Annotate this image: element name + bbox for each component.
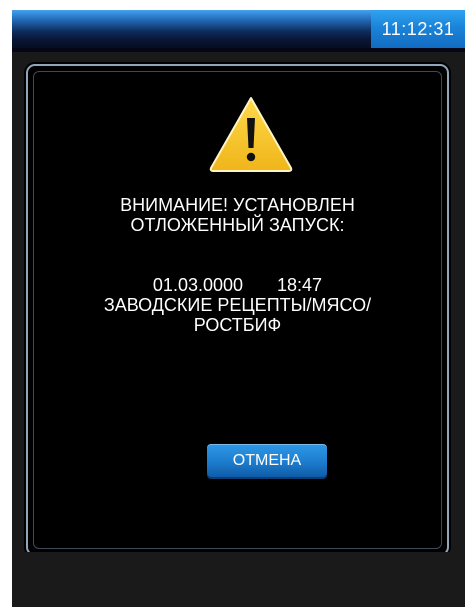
device-screen: 11:12:31 ВНИМАНИЕ! УСТАНОВЛЕН ОТЛОЖЕННЫЙ… <box>12 10 465 607</box>
status-bar: 11:12:31 <box>12 10 465 52</box>
delayed-start-dialog: ВНИМАНИЕ! УСТАНОВЛЕН ОТЛОЖЕННЫЙ ЗАПУСК: … <box>26 64 449 556</box>
warning-title: ВНИМАНИЕ! УСТАНОВЛЕН ОТЛОЖЕННЫЙ ЗАПУСК: <box>34 195 441 235</box>
recipe-path-line1: ЗАВОДСКИЕ РЕЦЕПТЫ/МЯСО/ <box>103 295 372 315</box>
warning-title-line1: ВНИМАНИЕ! УСТАНОВЛЕН <box>120 195 355 215</box>
scheduled-datetime: 01.03.0000 18:47 <box>34 275 441 295</box>
warning-icon <box>209 97 293 172</box>
clock-display: 11:12:31 <box>371 10 465 48</box>
dialog-inner-frame: ВНИМАНИЕ! УСТАНОВЛЕН ОТЛОЖЕННЫЙ ЗАПУСК: … <box>33 71 442 549</box>
scheduled-date: 01.03.0000 <box>152 275 244 295</box>
cancel-button[interactable]: ОТМЕНА <box>207 444 327 477</box>
recipe-path: ЗАВОДСКИЕ РЕЦЕПТЫ/МЯСО/ РОСТБИФ <box>34 295 441 335</box>
warning-title-line2: ОТЛОЖЕННЫЙ ЗАПУСК: <box>130 215 345 235</box>
bottom-bar <box>12 552 465 607</box>
screen-frame: 11:12:31 ВНИМАНИЕ! УСТАНОВЛЕН ОТЛОЖЕННЫЙ… <box>0 0 465 607</box>
scheduled-time: 18:47 <box>277 275 323 295</box>
recipe-path-line2: РОСТБИФ <box>193 315 282 335</box>
